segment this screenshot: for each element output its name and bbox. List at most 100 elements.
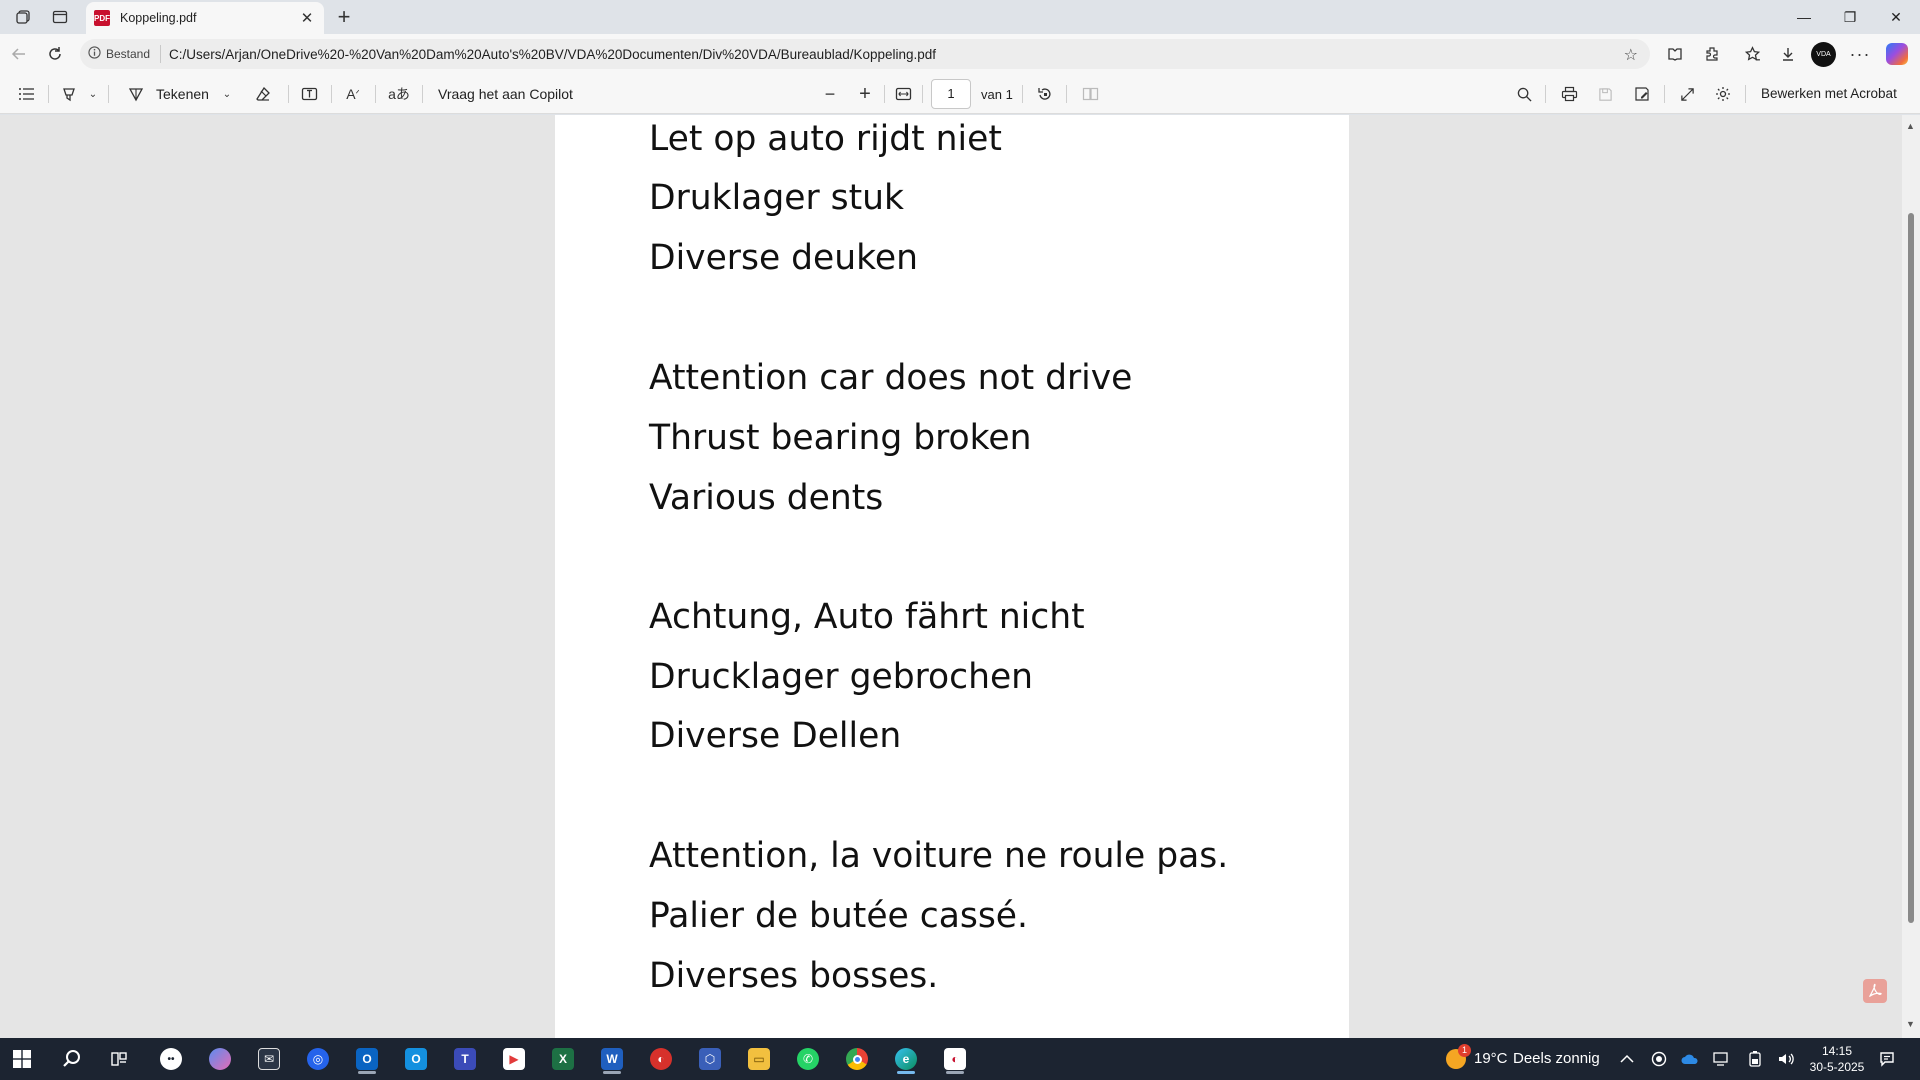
scrollbar-thumb[interactable] <box>1908 213 1914 923</box>
favorite-star-icon[interactable]: ☆ <box>1624 45 1638 65</box>
draw-label[interactable]: Tekenen <box>156 86 209 102</box>
notifications-icon[interactable] <box>1872 1044 1902 1074</box>
media-app-icon[interactable]: ▶ <box>499 1044 529 1074</box>
highlight-icon[interactable] <box>57 82 81 106</box>
highlight-dropdown-icon[interactable]: ⌄ <box>86 82 100 106</box>
fit-page-icon[interactable] <box>891 82 915 106</box>
address-bar[interactable]: Bestand C:/Users/Arjan/OneDrive%20-%20Va… <box>80 39 1650 69</box>
acrobat-taskbar-icon[interactable]: ◐ <box>940 1044 970 1074</box>
text-box-icon[interactable] <box>297 82 321 106</box>
whatsapp-icon[interactable]: ✆ <box>793 1044 823 1074</box>
acrobat-icon[interactable] <box>1863 979 1887 1003</box>
pdf-viewer[interactable]: Let op auto rijdt niet Druklager stuk Di… <box>0 115 1920 1038</box>
print-icon[interactable] <box>1557 82 1581 106</box>
navigation-bar: Bestand C:/Users/Arjan/OneDrive%20-%20Va… <box>0 34 1920 74</box>
page-total: van 1 <box>981 87 1013 102</box>
vertical-scrollbar[interactable]: ▲ ▼ <box>1902 115 1920 1038</box>
windows-taskbar: •• ✉ ◎ O O T ▶ X W ◐ ⬡ ▭ ✆ e ◐ 1 19°C De… <box>0 1038 1920 1080</box>
document-line: Diverse Dellen <box>649 716 902 756</box>
url-text[interactable]: C:/Users/Arjan/OneDrive%20-%20Van%20Dam%… <box>169 47 936 62</box>
search-icon[interactable] <box>1512 82 1536 106</box>
battery-icon[interactable] <box>1740 1044 1770 1074</box>
tab-koppeling[interactable]: PDF Koppeling.pdf ✕ <box>86 2 324 34</box>
recording-icon[interactable] <box>1644 1044 1674 1074</box>
rotate-icon[interactable] <box>1033 82 1057 106</box>
reading-view-icon[interactable] <box>1660 40 1690 68</box>
close-window-button[interactable]: ✕ <box>1873 0 1919 34</box>
settings-gear-icon[interactable] <box>1711 82 1735 106</box>
outlook-new-icon[interactable]: O <box>401 1044 431 1074</box>
profile-avatar[interactable]: VDA <box>1811 42 1836 67</box>
chrome-icon[interactable] <box>842 1044 872 1074</box>
draw-icon[interactable] <box>124 82 148 106</box>
task-view-icon[interactable] <box>104 1044 134 1074</box>
tab-close-icon[interactable]: ✕ <box>298 9 316 27</box>
zoom-out-icon[interactable]: − <box>818 82 842 106</box>
document-line: Various dents <box>649 478 884 518</box>
two-page-view-icon[interactable] <box>1078 82 1102 106</box>
clock[interactable]: 14:15 30-5-2025 <box>1802 1043 1872 1075</box>
edge-icon[interactable]: e <box>891 1044 921 1074</box>
document-line: Drucklager gebrochen <box>649 657 1034 697</box>
downloads-icon[interactable] <box>1773 40 1803 68</box>
save-as-icon[interactable] <box>1630 82 1654 106</box>
anydesk-icon[interactable]: ◐ <box>646 1044 676 1074</box>
back-button[interactable] <box>4 40 34 68</box>
pdf-icon: PDF <box>94 10 110 26</box>
site-info-chip[interactable]: Bestand <box>88 45 162 63</box>
network-icon[interactable] <box>1707 1044 1737 1074</box>
contents-icon[interactable] <box>14 82 38 106</box>
translate-icon[interactable]: aあ <box>386 82 412 106</box>
eraser-icon[interactable] <box>251 82 275 106</box>
edit-with-acrobat-button[interactable]: Bewerken met Acrobat <box>1761 86 1897 101</box>
browser-app-icon[interactable]: ◎ <box>303 1044 333 1074</box>
document-line: Thrust bearing broken <box>649 418 1032 458</box>
mail-app-icon[interactable]: ✉ <box>254 1044 284 1074</box>
restore-button[interactable]: ❐ <box>1827 0 1873 34</box>
excel-icon[interactable]: X <box>548 1044 578 1074</box>
start-button[interactable] <box>7 1044 37 1074</box>
tray-chevron-icon[interactable] <box>1612 1044 1642 1074</box>
weather-condition[interactable]: Deels zonnig <box>1513 1050 1600 1067</box>
document-line: Palier de butée cassé. <box>649 896 1028 936</box>
weather-icon[interactable]: 1 <box>1441 1044 1471 1074</box>
pdf-toolbar: ⌄ Tekenen ⌄ Aᐟ aあ Vraag het aan Copilot … <box>0 74 1920 114</box>
teams-app-icon[interactable]: T <box>450 1044 480 1074</box>
word-icon[interactable]: W <box>597 1044 627 1074</box>
document-line: Attention, la voiture ne roule pas. <box>649 836 1229 876</box>
read-aloud-icon[interactable]: Aᐟ <box>341 82 365 106</box>
file-explorer-icon[interactable]: ▭ <box>744 1044 774 1074</box>
photos-app-icon[interactable] <box>205 1044 235 1074</box>
draw-dropdown-icon[interactable]: ⌄ <box>220 82 234 106</box>
onedrive-icon[interactable] <box>1675 1044 1705 1074</box>
info-icon <box>88 46 101 62</box>
save-icon[interactable] <box>1593 82 1617 106</box>
chat-app-icon[interactable]: •• <box>156 1044 186 1074</box>
outlook-icon[interactable]: O <box>352 1044 382 1074</box>
favorites-icon[interactable] <box>1737 40 1767 68</box>
zoom-in-icon[interactable]: + <box>853 82 877 106</box>
file-label: Bestand <box>106 47 151 61</box>
document-line: Diverse deuken <box>649 238 918 278</box>
document-line: Achtung, Auto fährt nicht <box>649 597 1085 637</box>
document-line: Druklager stuk <box>649 178 904 218</box>
document-line: Let op auto rijdt niet <box>649 119 1002 159</box>
weather-temperature[interactable]: 19°C <box>1474 1050 1508 1067</box>
scroll-up-icon[interactable]: ▲ <box>1906 121 1915 131</box>
workspaces-icon[interactable] <box>10 4 38 30</box>
clock-time: 14:15 <box>1821 1044 1853 1058</box>
fullscreen-icon[interactable] <box>1675 82 1699 106</box>
search-taskbar-icon[interactable] <box>57 1044 87 1074</box>
more-options-icon[interactable]: ··· <box>1845 40 1875 68</box>
copilot-icon[interactable] <box>1886 43 1908 65</box>
volume-icon[interactable] <box>1771 1044 1801 1074</box>
security-app-icon[interactable]: ⬡ <box>695 1044 725 1074</box>
extensions-icon[interactable] <box>1697 40 1727 68</box>
copilot-ask-button[interactable]: Vraag het aan Copilot <box>438 86 573 102</box>
scroll-down-icon[interactable]: ▼ <box>1906 1019 1915 1029</box>
tab-actions-icon[interactable] <box>46 4 74 30</box>
new-tab-button[interactable]: + <box>330 4 358 30</box>
minimize-button[interactable]: — <box>1781 0 1827 34</box>
refresh-button[interactable] <box>40 40 70 68</box>
page-number-input[interactable]: 1 <box>931 79 971 109</box>
